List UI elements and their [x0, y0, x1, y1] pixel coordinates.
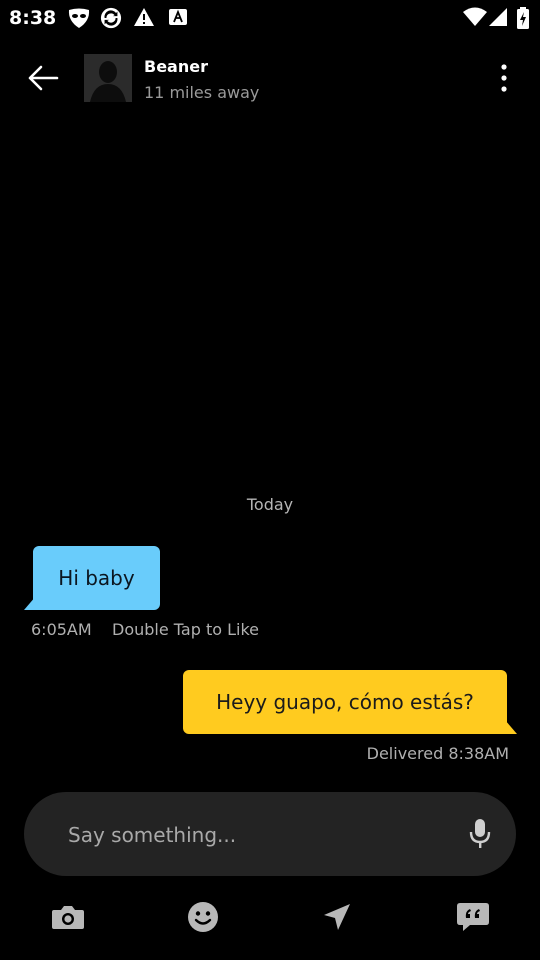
outgoing-message-text: Heyy guapo, cómo estás? — [216, 690, 474, 714]
status-time: 8:38 — [9, 7, 57, 29]
back-button[interactable] — [26, 62, 60, 94]
outgoing-message-bubble[interactable]: Heyy guapo, cómo estás? — [183, 670, 507, 734]
emoji-icon — [187, 901, 219, 937]
microphone-icon — [468, 819, 492, 854]
message-composer — [24, 792, 516, 878]
avatar-placeholder — [84, 54, 132, 102]
incoming-message-text: Hi baby — [58, 566, 135, 590]
incoming-message-time: 6:05AM — [31, 620, 92, 639]
message-input[interactable] — [66, 792, 450, 878]
saved-phrases-button[interactable] — [455, 902, 491, 936]
camera-icon — [51, 904, 85, 934]
saved-phrases-icon — [456, 901, 490, 937]
double-tap-like-hint: Double Tap to Like — [112, 620, 259, 639]
back-arrow-icon — [26, 65, 60, 98]
app-icon — [169, 7, 187, 29]
status-bar: 8:38 — [0, 0, 540, 36]
voice-message-button[interactable] — [468, 818, 492, 850]
sync-icon — [99, 7, 123, 33]
contact-distance: 11 miles away — [144, 83, 260, 102]
signal-icon — [489, 7, 507, 31]
grindr-mask-icon — [67, 7, 91, 33]
camera-button[interactable] — [50, 902, 86, 936]
date-separator: Today — [246, 495, 294, 514]
battery-icon — [517, 7, 529, 33]
wifi-icon — [463, 7, 487, 31]
location-button[interactable] — [319, 902, 355, 936]
more-options-button[interactable] — [496, 62, 512, 94]
incoming-message-bubble[interactable]: Hi baby — [33, 546, 160, 610]
delivery-status: Delivered 8:38AM — [366, 744, 509, 763]
contact-name[interactable]: Beaner — [144, 57, 208, 76]
more-vert-icon — [496, 64, 512, 98]
warning-icon — [133, 7, 155, 31]
avatar[interactable] — [84, 54, 132, 102]
emoji-button[interactable] — [185, 902, 221, 936]
location-icon — [322, 902, 352, 936]
